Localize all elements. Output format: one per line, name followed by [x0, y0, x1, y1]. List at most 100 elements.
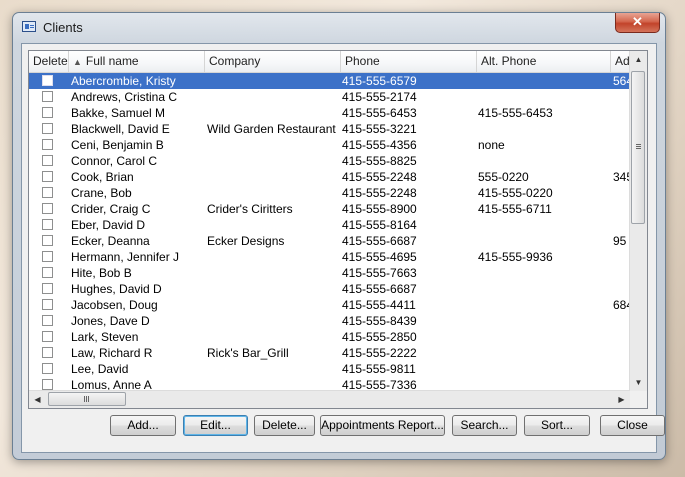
table-row[interactable]: Hermann, Jennifer J 415-555-4695 415-555-9…	[29, 249, 633, 265]
table-row[interactable]: Hughes, David D 415-555-6687	[29, 281, 633, 297]
table-row[interactable]: Jacobsen, Doug415-555-44116845	[29, 297, 633, 313]
window-close-button[interactable]: ✕	[615, 13, 660, 33]
title-bar[interactable]: Clients ✕	[13, 13, 665, 43]
delete-checkbox[interactable]	[42, 363, 53, 374]
search-button[interactable]: Search...	[452, 415, 517, 436]
phone-cell: 415-555-2174	[342, 90, 417, 104]
table-row[interactable]: Bakke, Samuel M 415-555-6453 415-555-6453	[29, 105, 633, 121]
delete-checkbox[interactable]	[42, 107, 53, 118]
scroll-down-icon[interactable]: ▼	[630, 374, 647, 391]
full-name-cell: Law, Richard R	[71, 346, 153, 360]
table-row[interactable]: Law, Richard R Rick's Bar_Grill 415-555-22…	[29, 345, 633, 361]
delete-checkbox[interactable]	[42, 379, 53, 390]
sort-button[interactable]: Sort...	[524, 415, 590, 436]
vertical-scroll-thumb[interactable]	[631, 71, 645, 224]
delete-checkbox[interactable]	[42, 203, 53, 214]
column-header-delete[interactable]: Delete	[29, 51, 69, 72]
phone-cell: 415-555-9811	[342, 362, 416, 376]
table-row[interactable]: Jones, Dave D 415-555-8439	[29, 313, 633, 329]
delete-checkbox[interactable]	[42, 155, 53, 166]
phone-cell: 415-555-3221	[342, 122, 417, 136]
horizontal-scroll-thumb[interactable]	[48, 392, 126, 406]
full-name-cell: Blackwell, David E	[71, 122, 170, 136]
appointments-report-button[interactable]: Appointments Report...	[320, 415, 445, 436]
phone-cell: 415-555-8825	[342, 154, 417, 168]
table-row[interactable]: Eber, David D 415-555-8164	[29, 217, 633, 233]
sort-ascending-icon: ▲	[73, 57, 82, 67]
company-cell	[207, 377, 341, 391]
column-header-company[interactable]: Company	[205, 51, 341, 72]
delete-checkbox[interactable]	[42, 75, 53, 86]
phone-cell: 415-555-6687	[342, 282, 417, 296]
delete-checkbox[interactable]	[42, 331, 53, 342]
vertical-scrollbar[interactable]: ▲ ▼	[629, 51, 647, 391]
table-row[interactable]: Connor, Carol C 415-555-8825	[29, 153, 633, 169]
company-cell: Ecker Designs	[207, 234, 285, 248]
table-row[interactable]: Ecker, Deanna Ecker Designs 415-555-6687 95…	[29, 233, 633, 249]
phone-cell: 415-555-6687	[342, 234, 417, 248]
alt-phone-cell	[478, 265, 610, 281]
delete-checkbox[interactable]	[42, 123, 53, 134]
phone-cell: 415-555-8164	[342, 218, 417, 232]
delete-checkbox[interactable]	[42, 219, 53, 230]
column-header-full-name[interactable]: ▲ Full name	[69, 51, 205, 72]
clients-list[interactable]: Delete ▲ Full name Company Phone Alt. Pho…	[28, 50, 648, 409]
table-row[interactable]: Ceni, Benjamin B 415-555-4356 none	[29, 137, 633, 153]
client-rows: Abercrombie, Kristy415-555-65795647Andre…	[29, 73, 633, 391]
full-name-cell: Lark, Steven	[71, 330, 139, 344]
full-name-cell: Crider, Craig C	[71, 202, 151, 216]
table-row[interactable]: Lark, Steven 415-555-2850	[29, 329, 633, 345]
table-row[interactable]: Lee, David 415-555-9811	[29, 361, 633, 377]
full-name-cell: Hite, Bob B	[71, 266, 132, 280]
delete-checkbox[interactable]	[42, 347, 53, 358]
alt-phone-cell	[478, 345, 610, 361]
company-cell	[207, 329, 341, 345]
alt-phone-cell: none	[478, 138, 505, 152]
company-cell	[207, 73, 341, 89]
table-row[interactable]: Abercrombie, Kristy415-555-65795647	[29, 73, 633, 89]
delete-button[interactable]: Delete...	[254, 415, 315, 436]
alt-phone-cell	[478, 361, 610, 377]
full-name-cell: Ecker, Deanna	[71, 234, 150, 248]
column-header-row: Delete ▲ Full name Company Phone Alt. Pho…	[29, 51, 633, 73]
delete-checkbox[interactable]	[42, 315, 53, 326]
delete-checkbox[interactable]	[42, 139, 53, 150]
table-row[interactable]: Hite, Bob B 415-555-7663	[29, 265, 633, 281]
phone-cell: 415-555-8900	[342, 202, 417, 216]
delete-checkbox[interactable]	[42, 235, 53, 246]
table-row[interactable]: Crane, Bob 415-555-2248 415-555-0220	[29, 185, 633, 201]
table-row[interactable]: Cook, Brian415-555-2248555-0220345 0	[29, 169, 633, 185]
delete-checkbox[interactable]	[42, 91, 53, 102]
scroll-left-icon[interactable]: ◀	[29, 391, 46, 408]
table-row[interactable]: Blackwell, David E Wild Garden Restaurant…	[29, 121, 633, 137]
delete-checkbox[interactable]	[42, 187, 53, 198]
alt-phone-cell: 415-555-0220	[478, 186, 553, 200]
table-row[interactable]: Crider, Craig C Crider's Ciritters 415-555…	[29, 201, 633, 217]
delete-checkbox[interactable]	[42, 251, 53, 262]
company-cell: Crider's Ciritters	[207, 202, 293, 216]
alt-phone-cell	[478, 281, 610, 297]
column-header-phone[interactable]: Phone	[341, 51, 477, 72]
close-button[interactable]: Close	[600, 415, 665, 436]
company-cell: Rick's Bar_Grill	[207, 346, 289, 360]
full-name-cell: Ceni, Benjamin B	[71, 138, 164, 152]
column-header-alt-phone[interactable]: Alt. Phone	[477, 51, 611, 72]
table-row[interactable]: Lomus, Anne A 415-555-7336	[29, 377, 633, 391]
company-cell	[207, 169, 341, 185]
full-name-cell: Connor, Carol C	[71, 154, 158, 168]
phone-cell: 415-555-4356	[342, 138, 417, 152]
horizontal-scrollbar[interactable]: ◀ ▶	[29, 390, 630, 408]
edit-button[interactable]: Edit...	[183, 415, 248, 436]
delete-checkbox[interactable]	[42, 267, 53, 278]
company-cell	[207, 313, 341, 329]
company-cell: Wild Garden Restaurant	[207, 122, 336, 136]
add-button[interactable]: Add...	[110, 415, 176, 436]
alt-phone-cell: 415-555-6453	[478, 106, 553, 120]
delete-checkbox[interactable]	[42, 283, 53, 294]
table-row[interactable]: Andrews, Cristina C 415-555-2174	[29, 89, 633, 105]
delete-checkbox[interactable]	[42, 299, 53, 310]
company-cell	[207, 265, 341, 281]
delete-checkbox[interactable]	[42, 171, 53, 182]
scroll-up-icon[interactable]: ▲	[630, 51, 647, 68]
scroll-right-icon[interactable]: ▶	[613, 391, 630, 408]
